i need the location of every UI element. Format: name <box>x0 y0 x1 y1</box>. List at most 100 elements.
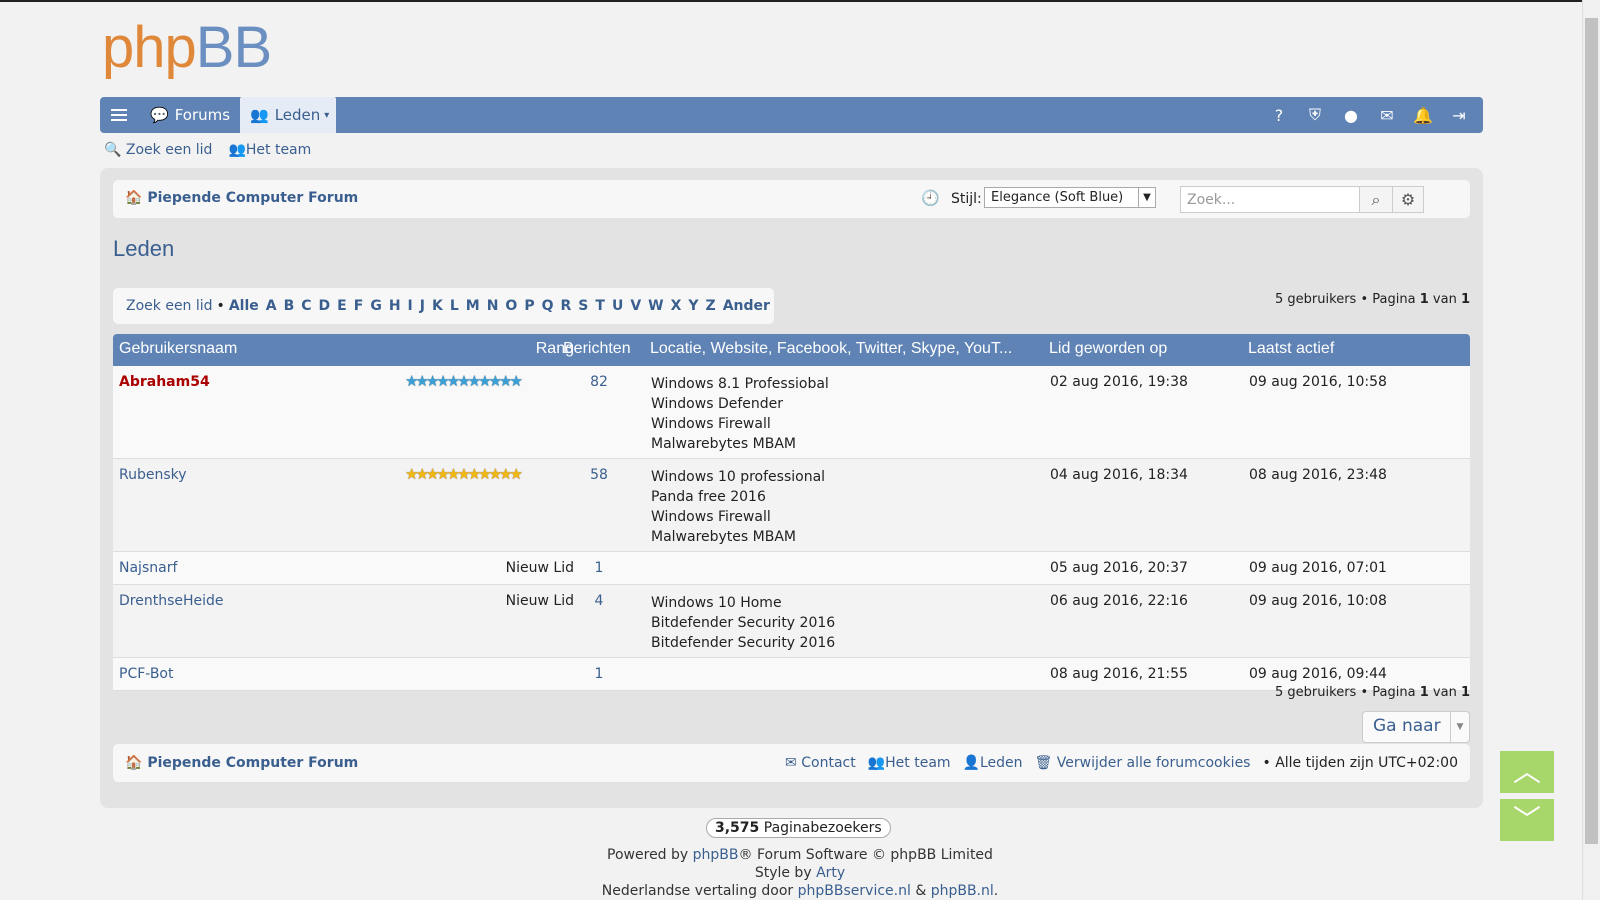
style-selected: Elegance (Soft Blue) <box>991 190 1124 205</box>
pagination-sep: • <box>1360 292 1369 307</box>
letter-filter-y[interactable]: Y <box>688 298 698 314</box>
post-count[interactable]: 58 <box>583 467 615 483</box>
pagination-top: 5 gebruikers • Pagina 1 van 1 <box>1275 292 1470 307</box>
letter-filter-f[interactable]: F <box>354 298 364 314</box>
letter-filter-t[interactable]: T <box>595 298 605 314</box>
member-name[interactable]: Abraham54 <box>119 374 210 390</box>
main-panel: 🏠 Piepende Computer Forum 🕘 Stijl: Elega… <box>100 168 1483 808</box>
search-button[interactable]: ⌕ <box>1359 186 1393 213</box>
letter-filter-a[interactable]: A <box>266 298 277 314</box>
member-name[interactable]: PCF-Bot <box>119 666 173 682</box>
bell-icon[interactable]: 🔔 <box>1413 106 1433 125</box>
letter-filter-ander[interactable]: Ander <box>723 298 770 314</box>
member-name[interactable]: Najsnarf <box>119 560 177 576</box>
help-icon[interactable]: ? <box>1269 106 1289 125</box>
footer-forum: Piepende Computer Forum <box>147 755 359 771</box>
letter-filter-r[interactable]: R <box>561 298 572 314</box>
footer-members-link[interactable]: 👤Leden <box>963 755 1023 771</box>
post-count[interactable]: 4 <box>583 593 615 609</box>
post-count[interactable]: 82 <box>583 374 615 390</box>
joined-date: 02 aug 2016, 19:38 <box>1050 374 1188 390</box>
goto-button[interactable]: Ga naar ▼ <box>1362 711 1470 743</box>
page-title: Leden <box>113 236 175 261</box>
letter-filter-v[interactable]: V <box>630 298 641 314</box>
table-header: Gebruikersnaam Rang Berichten Locatie, W… <box>113 334 1470 366</box>
translation-prefix: Nederlandse vertaling door <box>601 883 794 899</box>
contact-link[interactable]: ✉ Contact <box>785 755 856 771</box>
header-joined[interactable]: Lid geworden op <box>1049 340 1167 358</box>
location-line: Bitdefender Security 2016 <box>651 615 836 631</box>
letter-filter-i[interactable]: I <box>408 298 413 314</box>
search-member-link[interactable]: 🔍 Zoek een lid <box>104 142 212 158</box>
scroll-bottom-button[interactable]: ﹀ <box>1500 799 1554 841</box>
advanced-search-button[interactable]: ⚙ <box>1392 186 1424 213</box>
letter-filter-u[interactable]: U <box>612 298 623 314</box>
menu-icon[interactable] <box>100 97 138 133</box>
member-name[interactable]: DrenthseHeide <box>119 593 224 609</box>
letter-filter-b[interactable]: B <box>284 298 295 314</box>
phpbb-logo[interactable]: phpBB <box>102 15 272 80</box>
letter-filter-q[interactable]: Q <box>542 298 554 314</box>
member-location: Windows 10 professional Panda free 2016 … <box>651 467 825 547</box>
scroll-top-button[interactable]: ︿ <box>1500 751 1554 793</box>
contact-label: Contact <box>801 755 856 771</box>
scrollbar-thumb[interactable] <box>1585 18 1598 844</box>
visitor-count: 3,575 <box>715 820 760 836</box>
letter-filter-m[interactable]: M <box>466 298 480 314</box>
header-username[interactable]: Gebruikersnaam <box>119 340 237 358</box>
shield-icon[interactable]: ⛨ <box>1305 105 1325 125</box>
delete-cookies-link[interactable]: 🗑 Verwijder alle forumcookies <box>1035 755 1251 771</box>
letter-filter-h[interactable]: H <box>389 298 401 314</box>
logo-php: php <box>102 15 197 80</box>
breadcrumb[interactable]: 🏠 Piepende Computer Forum <box>125 190 358 206</box>
trash-icon: 🗑 <box>1034 755 1053 771</box>
footer-breadcrumb[interactable]: 🏠 Piepende Computer Forum <box>125 755 358 771</box>
nav-right-icons: ? ⛨ ● ✉ 🔔 ⇥ <box>1269 97 1469 133</box>
nav-forums[interactable]: 💬 Forums <box>150 97 230 133</box>
letter-filter-o[interactable]: O <box>505 298 517 314</box>
post-count[interactable]: 1 <box>583 666 615 682</box>
letterbar-search-member[interactable]: Zoek een lid <box>126 298 213 314</box>
letter-filter-alle[interactable]: Alle <box>229 298 259 314</box>
members-table: Gebruikersnaam Rang Berichten Locatie, W… <box>113 334 1470 691</box>
letter-filter-z[interactable]: Z <box>706 298 716 314</box>
arty-link[interactable]: Arty <box>816 865 845 881</box>
letter-filter-p[interactable]: P <box>524 298 534 314</box>
style-select[interactable]: Elegance (Soft Blue) ▼ <box>984 187 1156 208</box>
letter-filter-s[interactable]: S <box>578 298 588 314</box>
table-row: Najsnarf Nieuw Lid 1 05 aug 2016, 20:37 … <box>113 552 1470 585</box>
user-count: 5 gebruikers <box>1275 292 1357 307</box>
letter-filter-w[interactable]: W <box>648 298 663 314</box>
user-icon[interactable]: ● <box>1341 106 1361 125</box>
letter-filter-g[interactable]: G <box>370 298 382 314</box>
letter-filter-n[interactable]: N <box>487 298 499 314</box>
header-posts[interactable]: Berichten <box>563 340 631 358</box>
footer-team-link[interactable]: 👥Het team <box>868 755 951 771</box>
post-count[interactable]: 1 <box>583 560 615 576</box>
powered-prefix: Powered by <box>607 847 689 863</box>
mail-icon[interactable]: ✉ <box>1377 106 1397 125</box>
letter-filter-x[interactable]: X <box>671 298 682 314</box>
team-link[interactable]: 👥Het team <box>228 142 311 158</box>
table-row: DrenthseHeide Nieuw Lid 4 Windows 10 Hom… <box>113 585 1470 658</box>
phpbb-link[interactable]: phpBB <box>693 847 739 863</box>
home-icon: 🏠 <box>125 190 143 206</box>
phpbbnl-link[interactable]: phpBB.nl <box>931 883 994 899</box>
letter-filter-c[interactable]: C <box>301 298 311 314</box>
logout-icon[interactable]: ⇥ <box>1449 106 1469 125</box>
search-input[interactable]: Zoek... <box>1180 186 1360 213</box>
nav-leden[interactable]: 👥 Leden ▾ <box>240 97 336 133</box>
member-name[interactable]: Rubensky <box>119 467 187 483</box>
letter-filter-k[interactable]: K <box>432 298 443 314</box>
letter-filter-d[interactable]: D <box>319 298 331 314</box>
letter-filter-e[interactable]: E <box>337 298 347 314</box>
letter-filter-l[interactable]: L <box>450 298 459 314</box>
phpbbservice-link[interactable]: phpBBservice.nl <box>798 883 911 899</box>
vertical-scrollbar[interactable] <box>1582 0 1600 900</box>
chat-bubble-icon: 💬 <box>150 106 169 124</box>
style-prefix: Style by <box>754 865 812 881</box>
visitor-counter: 3,575 Paginabezoekers <box>706 818 891 838</box>
header-active[interactable]: Laatst actief <box>1248 340 1334 358</box>
chevron-down-icon[interactable]: ▼ <box>1450 712 1469 742</box>
letter-filter-j[interactable]: J <box>420 298 425 314</box>
